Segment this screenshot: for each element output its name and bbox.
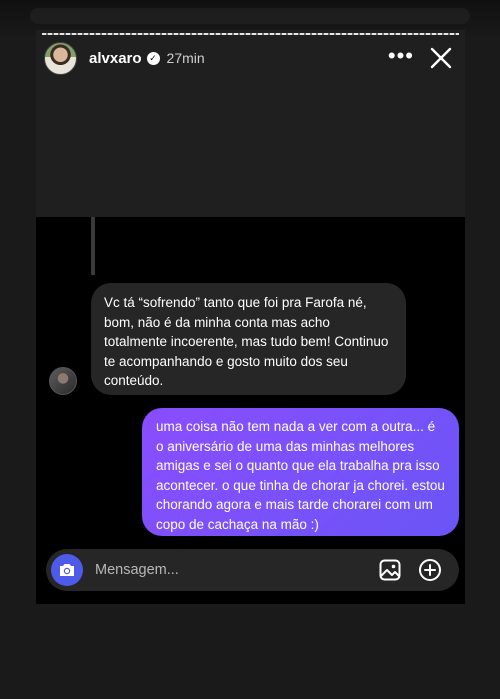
post-time: 27min bbox=[166, 50, 205, 66]
username[interactable]: alvxaro bbox=[89, 50, 142, 67]
image-icon[interactable] bbox=[378, 558, 402, 582]
message-composer bbox=[46, 549, 459, 591]
story-progress-bar bbox=[42, 33, 459, 35]
camera-icon bbox=[60, 564, 74, 576]
outgoing-message: uma coisa não tem nada a ver com a outra… bbox=[142, 408, 459, 536]
story-viewer: alvxaro ✓ 27min ••• Vc tá “sofrendo” tan… bbox=[36, 30, 465, 604]
background-bottom bbox=[36, 604, 465, 699]
sender-avatar[interactable] bbox=[49, 367, 77, 395]
reply-indicator-bar bbox=[91, 217, 95, 275]
message-input[interactable] bbox=[95, 562, 378, 578]
incoming-message: Vc tá “sofrendo” tanto que foi pra Farof… bbox=[91, 283, 406, 395]
more-options-icon[interactable]: ••• bbox=[388, 45, 414, 67]
verified-badge-icon: ✓ bbox=[146, 51, 160, 65]
story-progress-fill bbox=[42, 33, 459, 35]
camera-button[interactable] bbox=[51, 554, 83, 586]
add-icon[interactable] bbox=[418, 558, 442, 582]
close-icon[interactable] bbox=[428, 45, 454, 71]
avatar[interactable] bbox=[44, 41, 77, 75]
background-hint bbox=[30, 8, 470, 24]
story-header: alvxaro ✓ 27min ••• bbox=[44, 41, 457, 75]
